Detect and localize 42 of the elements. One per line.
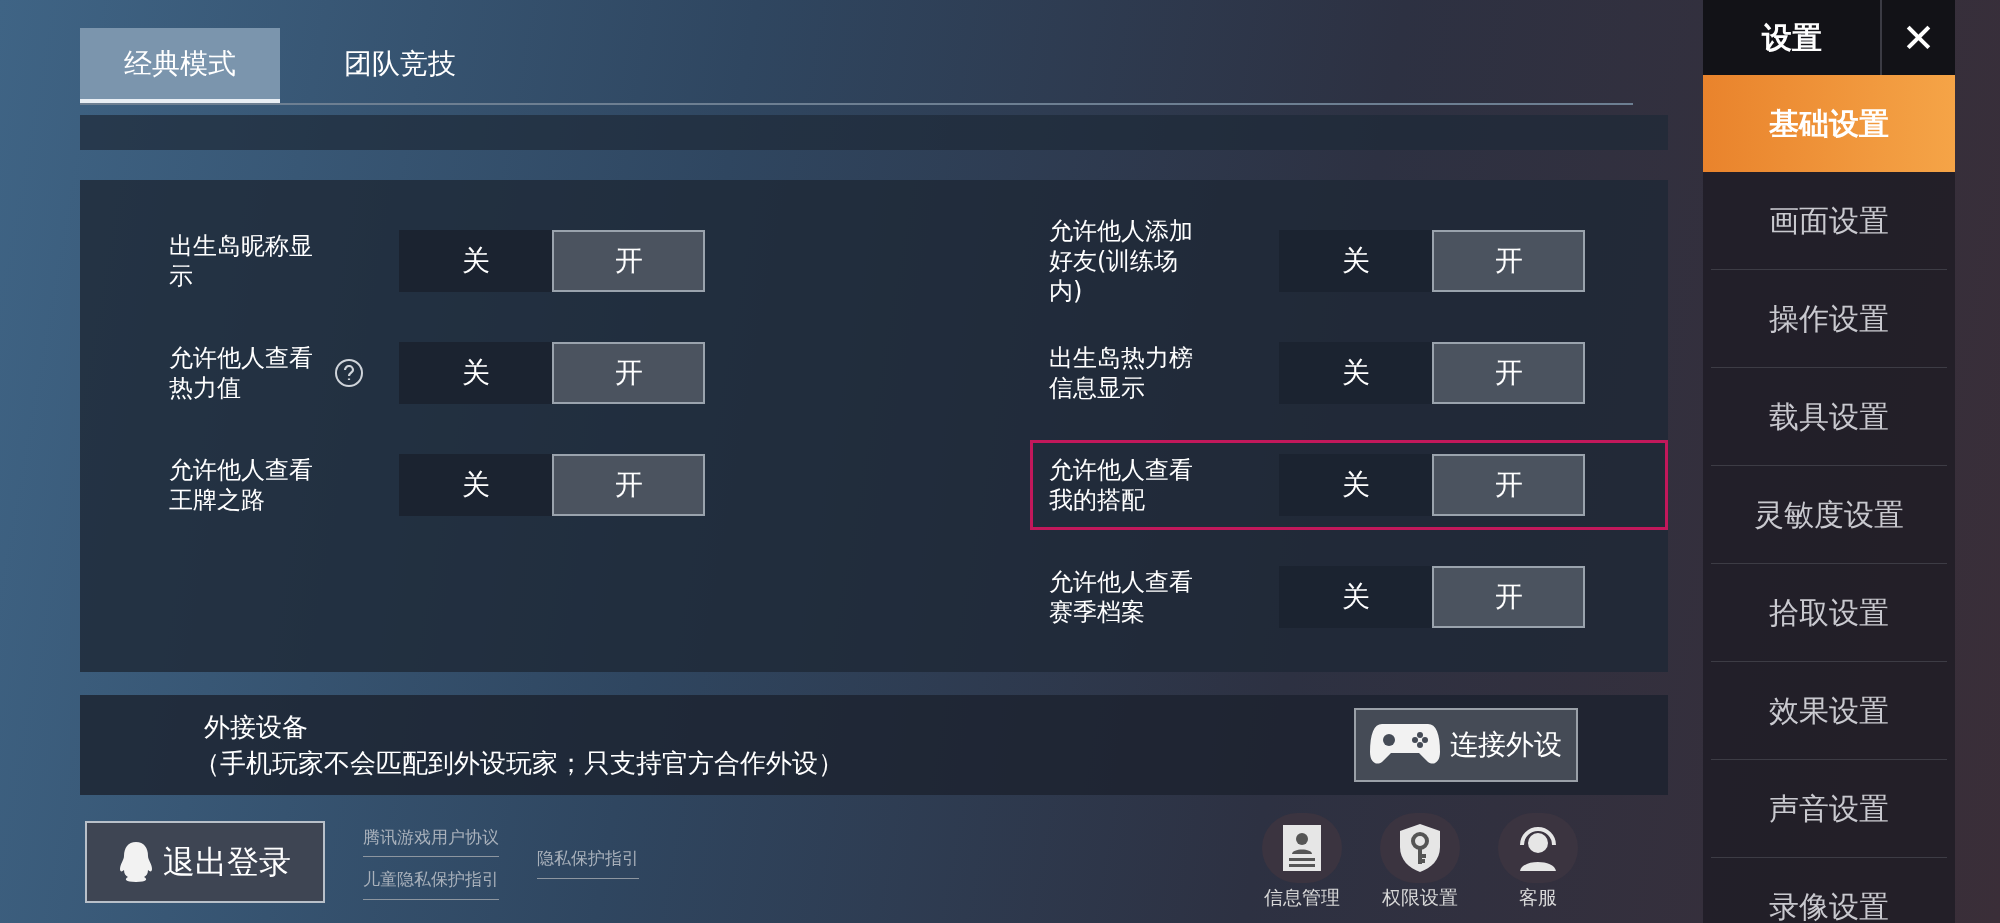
sidebar-tab[interactable]: 效果设置 (1711, 662, 1947, 760)
connect-device-button[interactable]: 连接外设 (1354, 708, 1578, 782)
setting-label: 允许他人查看我的搭配 (1049, 455, 1194, 515)
policy-link[interactable]: 隐私保护指引 (537, 846, 639, 879)
sidebar-tab[interactable]: 操作设置 (1711, 270, 1947, 368)
sidebar-tab[interactable]: 拾取设置 (1711, 564, 1947, 662)
sidebar-tab[interactable]: 载具设置 (1711, 368, 1947, 466)
toggle-option[interactable]: 关 (399, 230, 552, 292)
help-icon[interactable] (335, 359, 363, 387)
penguin-icon (119, 841, 153, 884)
logout-button[interactable]: 退出登录 (85, 821, 325, 904)
setting-label: 允许他人查看热力值 (169, 343, 314, 403)
toggle-option[interactable]: 关 (1279, 454, 1432, 516)
profile-card-icon (1282, 824, 1322, 872)
toggle-option[interactable]: 开 (1432, 566, 1585, 628)
sidebar-tab[interactable]: 灵敏度设置 (1711, 466, 1947, 564)
section-title: 外接设备 (203, 711, 309, 744)
toggle-option[interactable]: 关 (399, 342, 552, 404)
shield-key-icon (1398, 823, 1442, 873)
settings-title: 设置 (1760, 19, 1823, 57)
setting-label: 出生岛昵称显示 (169, 231, 314, 291)
toggle-option[interactable]: 开 (1432, 454, 1585, 516)
policy-link[interactable]: 儿童隐私保护指引 (363, 867, 499, 900)
setting-label: 出生岛热力榜信息显示 (1049, 343, 1194, 403)
toggle-option[interactable]: 开 (1432, 230, 1585, 292)
sidebar-tab[interactable]: 画面设置 (1711, 172, 1947, 270)
setting-label: 允许他人查看王牌之路 (169, 455, 314, 515)
toggle-option[interactable]: 关 (1279, 230, 1432, 292)
setting-label: 允许他人添加好友(训练场内) (1049, 216, 1194, 306)
toggle-option[interactable]: 开 (552, 342, 705, 404)
policy-link[interactable]: 腾讯游戏用户协议 (363, 824, 499, 858)
toggle-option[interactable]: 开 (1432, 342, 1585, 404)
toggle-option[interactable]: 关 (1279, 566, 1432, 628)
toggle-option[interactable]: 开 (552, 454, 705, 516)
toggle-option[interactable]: 关 (1279, 342, 1432, 404)
sidebar-tab[interactable]: 声音设置 (1711, 760, 1947, 858)
mode-tab[interactable]: 团队竞技 (300, 28, 500, 103)
sidebar-tab[interactable]: 录像设置 (1711, 858, 1947, 923)
toggle-option[interactable]: 关 (399, 454, 552, 516)
setting-label: 允许他人查看赛季档案 (1049, 567, 1194, 627)
section-note: （手机玩家不会匹配到外设玩家；只支持官方合作外设） (193, 747, 844, 780)
toggle-option[interactable]: 开 (552, 230, 705, 292)
